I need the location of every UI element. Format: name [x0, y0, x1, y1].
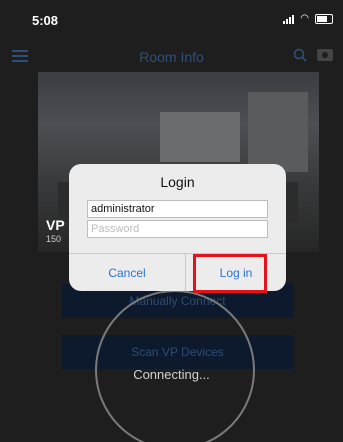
signal-icon: [283, 14, 295, 24]
room-name: VP: [46, 217, 65, 233]
status-time: 5:08: [32, 13, 59, 28]
room-wall: [248, 92, 308, 172]
connecting-spinner: [95, 290, 255, 442]
username-field[interactable]: [87, 200, 268, 218]
room-subtitle: 150: [46, 234, 62, 244]
connecting-label: Connecting...: [133, 367, 210, 382]
status-bar: 5:08 ◠: [0, 0, 343, 32]
page-title: Room Info: [139, 49, 204, 65]
dialog-title: Login: [160, 174, 195, 190]
login-button-highlight: [193, 254, 267, 293]
search-icon[interactable]: [293, 48, 307, 62]
cancel-button[interactable]: Cancel: [69, 254, 185, 291]
battery-icon: [315, 14, 333, 24]
app-screen: 5:08 ◠ Room Info VP 150 Manually Connect…: [0, 0, 343, 442]
wifi-icon: ◠: [300, 13, 309, 24]
room-display-screen: [160, 112, 240, 162]
camera-icon[interactable]: [317, 49, 333, 61]
password-field[interactable]: [87, 220, 268, 238]
status-icons: ◠: [283, 14, 333, 24]
